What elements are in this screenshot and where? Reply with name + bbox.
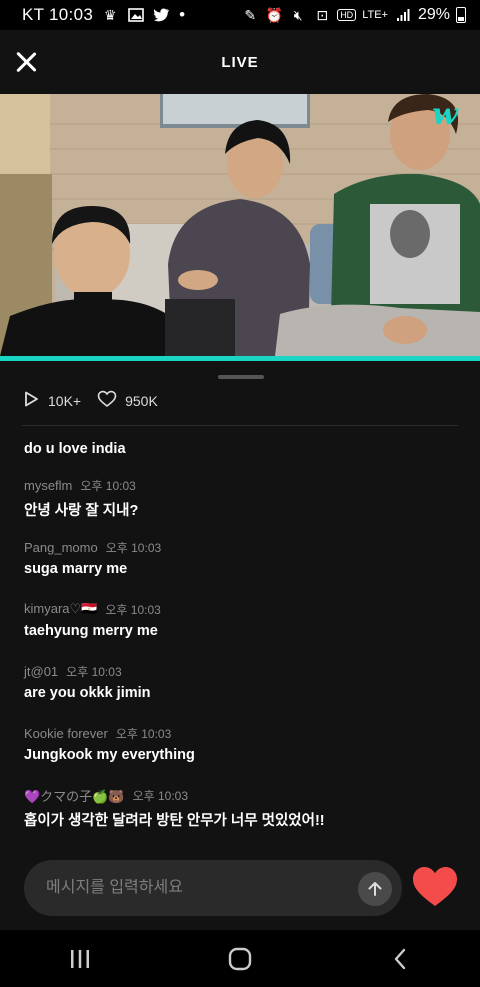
carrier-time: KT 10:03 [22, 5, 94, 24]
chat-username[interactable]: 💜クマの子🍏🐻 [24, 786, 125, 805]
message-input[interactable] [46, 879, 346, 897]
chat-time: 오후 10:03 [66, 664, 122, 679]
heart-outline-icon [97, 390, 117, 411]
vlive-logo-icon: w [432, 97, 458, 132]
back-button[interactable] [370, 939, 430, 979]
chat-username[interactable]: jt@01 [24, 664, 58, 679]
chat-text: suga marry me [24, 561, 128, 577]
chat-message: kimyara♡🇪🇬 오후 10:03 taehyung merry me [24, 600, 464, 639]
video-progress-bar [0, 356, 480, 361]
chat-message: do u love india [24, 436, 464, 457]
chat-time: 오후 10:03 [80, 478, 136, 493]
live-stats: 10K+ 950K [22, 390, 158, 411]
chat-time: 오후 10:03 [132, 788, 189, 803]
home-button[interactable] [210, 939, 270, 979]
recent-apps-button[interactable] [50, 939, 110, 979]
chat-username[interactable]: myseflm [24, 478, 72, 493]
heart-icon [413, 867, 457, 906]
message-input-bar [24, 860, 402, 916]
crown-icon: ♛ [103, 6, 117, 23]
data-saver-icon: ⊡ [316, 6, 329, 23]
chat-list[interactable]: do u love india myseflm 오후 10:03 안녕 사랑 잘 … [0, 426, 480, 846]
chat-username[interactable]: Pang_momo [24, 540, 98, 555]
status-bar: KT 10:03 ♛ • ✎ ⏰ 🔇︎ ⊡ HD LTE+ 29% [0, 0, 480, 30]
chat-message: jt@01 오후 10:03 are you okkk jimin [24, 662, 464, 702]
chat-text: taehyung merry me [24, 623, 158, 639]
video-frame [0, 94, 480, 356]
back-icon [394, 948, 406, 969]
notification-dot: • [179, 5, 186, 24]
chat-text: are you okkk jimin [24, 685, 151, 701]
chat-time: 오후 10:03 [105, 540, 162, 555]
chat-message: Kookie forever 오후 10:03 Jungkook my every… [24, 724, 464, 764]
chat-time: 오후 10:03 [105, 602, 161, 617]
twitter-icon [153, 6, 171, 24]
plays-count: 10K+ [48, 392, 82, 409]
header: LIVE [0, 30, 480, 94]
battery-icon [456, 7, 466, 23]
likes-stat: 950K [97, 390, 158, 411]
plays-stat: 10K+ [22, 390, 81, 411]
pen-icon: ✎ [244, 6, 257, 23]
page-title: LIVE [221, 53, 259, 71]
system-nav-bar [0, 930, 480, 987]
chat-text: do u love india [24, 441, 126, 457]
mute-icon: 🔇︎ [293, 6, 303, 23]
close-button[interactable] [12, 48, 40, 76]
likes-count: 950K [125, 392, 158, 409]
chat-message: 💜クマの子🍏🐻 오후 10:03 홉이가 생각한 달려라 방탄 안무가 너무 멋있… [24, 786, 464, 830]
home-icon [228, 947, 252, 970]
chat-message: myseflm 오후 10:03 안녕 사랑 잘 지내? [24, 476, 464, 520]
chat-message: Pang_momo 오후 10:03 suga marry me [24, 538, 464, 578]
chat-username[interactable]: Kookie forever [24, 726, 108, 741]
chat-text: 홉이가 생각한 달려라 방탄 안무가 너무 멋있었어!! [24, 813, 325, 829]
image-icon [127, 6, 145, 24]
alarm-icon: ⏰ [265, 6, 283, 23]
like-button[interactable] [412, 866, 458, 912]
signal-icon [394, 6, 412, 24]
network-label: LTE+ [362, 9, 388, 21]
drag-handle[interactable] [218, 375, 264, 379]
hd-icon: HD [337, 9, 357, 21]
send-button[interactable] [358, 872, 392, 906]
chat-time: 오후 10:03 [115, 726, 172, 741]
battery-percent: 29% [417, 6, 450, 23]
chat-text: 안녕 사랑 잘 지내? [24, 503, 139, 519]
arrow-up-icon [368, 882, 382, 896]
recents-icon [71, 949, 89, 968]
chat-username[interactable]: kimyara♡🇪🇬 [24, 601, 97, 617]
chat-text: Jungkook my everything [24, 747, 195, 763]
play-icon [22, 390, 40, 411]
live-video[interactable]: w [0, 94, 480, 356]
